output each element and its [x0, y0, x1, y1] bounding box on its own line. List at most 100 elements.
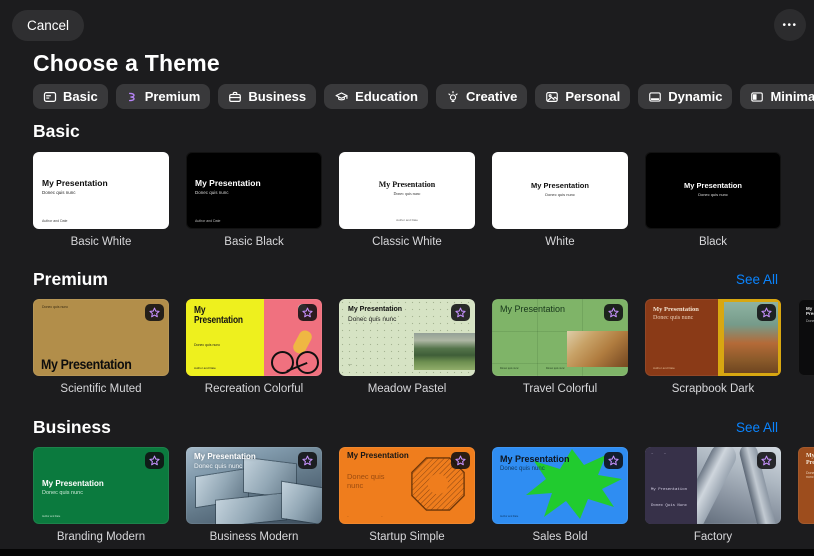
theme-card-travel-colorful[interactable]: My Presentation Donec quis nunc Donec qu…: [492, 299, 628, 396]
preview-title: My Presentation: [378, 180, 436, 189]
theme-card-scientific-muted[interactable]: Donec quis nunc My Presentation Scientif…: [33, 299, 169, 396]
preview-title: My Presentation: [531, 181, 589, 190]
theme-name: Black: [698, 236, 728, 248]
filter-chip-row: Basic Premium Business Education Creativ…: [33, 84, 814, 109]
premium-see-all-link[interactable]: See All: [736, 272, 778, 287]
theme-name: White: [545, 236, 575, 248]
premium-squiggle-icon: [126, 90, 139, 104]
theme-card-basic-black[interactable]: My Presentation Donec quis nunc Author a…: [186, 152, 322, 249]
cancel-button[interactable]: Cancel: [12, 10, 85, 41]
dynamic-layout-icon: [648, 90, 662, 104]
premium-theme-row: Donec quis nunc My Presentation Scientif…: [0, 299, 814, 396]
theme-name: Basic Black: [224, 236, 284, 248]
meadow-photo: [414, 333, 475, 370]
theme-card-white[interactable]: My Presentation Donec quis nunc White: [492, 152, 628, 249]
theme-card-black[interactable]: My Presentation Donec quis nunc Black: [645, 152, 781, 249]
more-options-button[interactable]: •••: [774, 9, 806, 41]
filter-chip-premium[interactable]: Premium: [115, 84, 211, 109]
theme-card-partial[interactable]: My Presentation Donec quis nunc: [798, 299, 814, 396]
preview-footer: Author and Date: [194, 366, 216, 370]
theme-card-factory[interactable]: – – My Presentation Donec Quis Nunc Fact…: [645, 447, 781, 544]
preview-subtitle: Donec quis nunc: [545, 192, 575, 197]
section-title-basic: Basic: [33, 121, 80, 141]
preview-title: My Presentation: [806, 306, 814, 317]
preview-header-marks: – –: [651, 452, 671, 456]
page-title: Choose a Theme: [33, 50, 220, 76]
theme-name: Business Modern: [209, 531, 299, 543]
filter-chip-basic[interactable]: Basic: [33, 84, 108, 109]
bike-wheel: [296, 351, 319, 374]
theme-name: Sales Bold: [532, 531, 588, 543]
theme-name: Basic White: [70, 236, 132, 248]
preview-footer: Author and Date: [500, 515, 519, 518]
preview-title: My Presentation: [653, 306, 699, 313]
theme-card-sales-bold[interactable]: My Presentation Donec quis nunc Author a…: [492, 447, 628, 544]
preview-subtitle: Donec quis nunc: [348, 316, 397, 323]
preview-footer: Author and Date: [396, 218, 418, 222]
preview-title: My Presentation: [42, 178, 108, 188]
photo-icon: [545, 90, 559, 104]
preview-subtitle: Donec quis nunc: [194, 463, 243, 470]
preview-subtitle: Donec quis nunc: [194, 343, 221, 347]
filter-chip-dynamic[interactable]: Dynamic: [638, 84, 733, 109]
theme-card-branding-modern[interactable]: My Presentation Donec quis nunc Author a…: [33, 447, 169, 544]
theme-name: [798, 383, 814, 396]
theme-card-meadow-pastel[interactable]: My Presentation Donec quis nunc — Meadow…: [339, 299, 475, 396]
preview-subtitle: Donec Quis Nunc: [651, 504, 688, 508]
theme-card-basic-white[interactable]: My Presentation Donec quis nunc Author a…: [33, 152, 169, 249]
section-title-premium: Premium: [33, 269, 108, 289]
preview-title: My Presentation: [194, 452, 256, 461]
bike-wheel: [271, 351, 294, 374]
preview-subtitle: Donec quis nunc: [42, 190, 76, 195]
section-title-business: Business: [33, 417, 111, 437]
preview-subtitle: Donec quis nunc: [653, 315, 694, 321]
theme-name: Scrapbook Dark: [671, 383, 755, 395]
preview-footer: –: [347, 514, 349, 518]
preview-title: My Presentation: [194, 305, 243, 327]
filter-chip-minimal[interactable]: Minimal: [740, 84, 814, 109]
slide-icon: [43, 90, 57, 104]
preview-title: My Presentation: [651, 488, 688, 492]
preview-title: My Presentation: [42, 479, 104, 488]
preview-title: My Presentation: [500, 454, 570, 464]
theme-card-business-modern[interactable]: My Presentation Donec quis nunc Business…: [186, 447, 322, 544]
filter-chip-creative[interactable]: Creative: [436, 84, 528, 109]
theme-name: Scientific Muted: [60, 383, 142, 395]
bottom-edge-bar: [0, 549, 814, 556]
business-see-all-link[interactable]: See All: [736, 420, 778, 435]
graduation-cap-icon: [334, 90, 349, 104]
dune-photo: [567, 331, 628, 367]
preview-subtitle: Donec quis nunc: [347, 472, 385, 490]
preview-footer: –: [381, 514, 383, 518]
preview-subtitle: Donec quis nunc: [500, 466, 545, 472]
theme-card-partial[interactable]: My Presentation Donec quis nunc: [798, 447, 814, 544]
premium-star-badge: [604, 452, 623, 469]
preview-title: My Presentation: [347, 451, 409, 460]
preview-footer: Donec quis nunc: [546, 367, 565, 370]
premium-star-badge: [145, 304, 164, 321]
filter-chip-personal[interactable]: Personal: [535, 84, 631, 109]
preview-subtitle: Donec quis nunc: [42, 305, 69, 309]
filter-chip-education[interactable]: Education: [324, 84, 428, 109]
premium-star-badge: [298, 304, 317, 321]
preview-footer: Author and Date: [42, 515, 61, 518]
premium-star-badge: [757, 304, 776, 321]
theme-card-startup-simple[interactable]: My Presentation Donec quis nunc – – Star…: [339, 447, 475, 544]
theme-name: [798, 531, 814, 544]
preview-footer: Donec quis nunc: [500, 367, 519, 370]
theme-card-scrapbook-dark[interactable]: My Presentation Donec quis nunc Author a…: [645, 299, 781, 396]
theme-name: Meadow Pastel: [367, 383, 447, 395]
theme-card-recreation-colorful[interactable]: My Presentation Donec quis nunc Author a…: [186, 299, 322, 396]
filter-chip-business[interactable]: Business: [218, 84, 317, 109]
ellipsis-icon: •••: [782, 19, 798, 31]
preview-subtitle: Donec quis nunc: [698, 192, 728, 197]
building-facet: [282, 481, 322, 524]
preview-title: My Presentation: [500, 304, 566, 314]
briefcase-icon: [228, 90, 242, 104]
premium-star-badge: [298, 452, 317, 469]
theme-card-classic-white[interactable]: My Presentation Donec quis nunc Author a…: [339, 152, 475, 249]
theme-name: Travel Colorful: [522, 383, 598, 395]
theme-name: Factory: [693, 531, 733, 543]
preview-subtitle: Donec quis nunc: [393, 191, 421, 196]
preview-footer: —: [348, 361, 352, 366]
